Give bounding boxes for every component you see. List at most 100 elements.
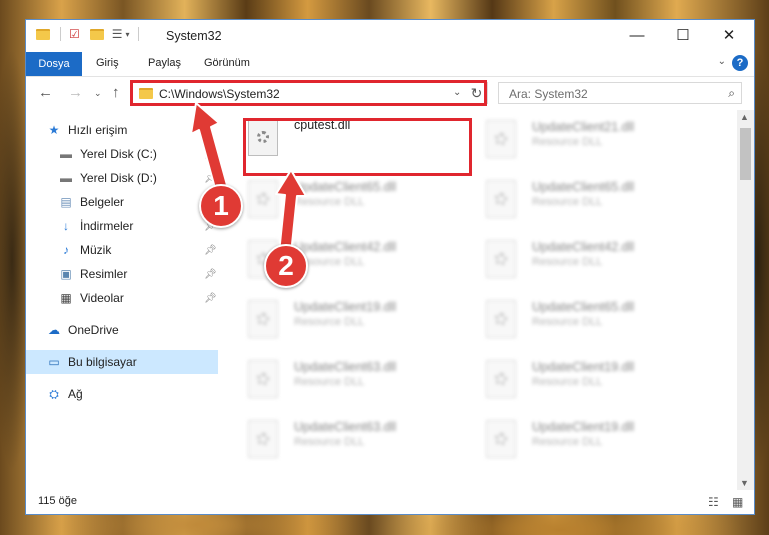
dll-file-icon bbox=[486, 300, 516, 338]
sidebar-item-label: İndirmeler bbox=[80, 219, 134, 233]
file-type: Resource DLL bbox=[294, 376, 365, 388]
pin-icon: 📌︎ bbox=[204, 172, 217, 184]
dll-file-icon bbox=[486, 180, 516, 218]
large-icons-view-icon[interactable]: ▦ bbox=[732, 495, 743, 509]
sidebar-item-pictures[interactable]: ▣ Resimler 📌︎ bbox=[26, 262, 218, 286]
sidebar-item-onedrive[interactable]: ☁ OneDrive bbox=[26, 318, 218, 342]
forward-button[interactable]: → bbox=[68, 84, 83, 101]
navigation-pane: ★ Hızlı erişim ▬ Yerel Disk (C:) 📌︎ ▬ Ye… bbox=[26, 116, 222, 486]
file-type: Resource DLL bbox=[294, 436, 365, 448]
file-item[interactable]: UpdateClient42.dll Resource DLL bbox=[474, 232, 704, 284]
file-name: UpdateClient65.dll bbox=[532, 180, 635, 194]
file-type: Resource DLL bbox=[294, 196, 365, 208]
folder-icon bbox=[36, 28, 50, 40]
pin-icon: 📌︎ bbox=[204, 268, 217, 280]
file-item[interactable]: UpdateClient19.dll Resource DLL bbox=[236, 292, 466, 344]
tab-home[interactable]: Giriş bbox=[96, 57, 119, 69]
new-folder-icon[interactable] bbox=[89, 28, 104, 40]
file-name: UpdateClient19.dll bbox=[532, 420, 635, 434]
pin-icon: 📌︎ bbox=[204, 148, 217, 160]
dll-file-icon bbox=[486, 420, 516, 458]
drive-icon: ▬ bbox=[60, 171, 72, 185]
drive-icon: ▬ bbox=[60, 147, 72, 161]
sidebar-item-quick-access[interactable]: ★ Hızlı erişim bbox=[26, 118, 218, 142]
file-item[interactable]: UpdateClient65.dll Resource DLL bbox=[474, 172, 704, 224]
search-icon: ⌕ bbox=[728, 86, 735, 100]
star-icon: ★ bbox=[48, 123, 60, 137]
file-type: Resource DLL bbox=[532, 136, 603, 148]
maximize-button[interactable]: ☐ bbox=[660, 20, 706, 50]
ribbon-expand-icon[interactable]: ⌄ bbox=[718, 56, 726, 67]
file-highlight-box bbox=[243, 118, 472, 176]
sidebar-item-label: Resimler bbox=[80, 267, 128, 281]
view-list-icon[interactable]: ☰ bbox=[112, 27, 123, 41]
help-icon[interactable]: ? bbox=[732, 55, 748, 71]
file-item[interactable]: UpdateClient63.dll Resource DLL bbox=[236, 352, 466, 404]
scrollbar-thumb[interactable] bbox=[740, 128, 751, 180]
sidebar-item-label: Yerel Disk (C:) bbox=[80, 147, 157, 161]
window-title: System32 bbox=[166, 29, 222, 43]
file-name: UpdateClient19.dll bbox=[294, 300, 397, 314]
pictures-icon: ▣ bbox=[60, 267, 72, 281]
documents-icon: ▤ bbox=[60, 195, 72, 209]
dll-file-icon bbox=[486, 120, 516, 158]
sidebar-item-this-pc[interactable]: ▭ Bu bilgisayar bbox=[26, 350, 218, 374]
file-item[interactable]: UpdateClient65.dll Resource DLL bbox=[236, 172, 466, 224]
file-type: Resource DLL bbox=[532, 376, 603, 388]
sidebar-item-local-disk-c[interactable]: ▬ Yerel Disk (C:) 📌︎ bbox=[26, 142, 218, 166]
file-name: UpdateClient63.dll bbox=[294, 360, 397, 374]
sidebar-item-label: Yerel Disk (D:) bbox=[80, 171, 157, 185]
file-type: Resource DLL bbox=[532, 436, 603, 448]
sidebar-item-local-disk-d[interactable]: ▬ Yerel Disk (D:) 📌︎ bbox=[26, 166, 218, 190]
sidebar-item-music[interactable]: ♪ Müzik 📌︎ bbox=[26, 238, 218, 262]
sidebar-item-label: Videolar bbox=[80, 291, 124, 305]
file-type: Resource DLL bbox=[294, 316, 365, 328]
sidebar-item-label: Hızlı erişim bbox=[68, 123, 128, 137]
close-button[interactable]: ✕ bbox=[706, 20, 752, 50]
step-badge-2: 2 bbox=[264, 244, 308, 288]
file-item[interactable]: UpdateClient21.dll Resource DLL bbox=[474, 112, 704, 164]
file-item[interactable]: UpdateClient63.dll Resource DLL bbox=[236, 412, 466, 464]
address-highlight-box bbox=[130, 80, 487, 106]
tab-share[interactable]: Paylaş bbox=[148, 57, 181, 69]
sidebar-item-documents[interactable]: ▤ Belgeler 📌︎ bbox=[26, 190, 218, 214]
file-type: Resource DLL bbox=[532, 196, 603, 208]
dll-file-icon bbox=[486, 360, 516, 398]
quick-access-toolbar: ☑ ☰ ▾ bbox=[36, 27, 139, 41]
sidebar-item-videos[interactable]: ▦ Videolar 📌︎ bbox=[26, 286, 218, 310]
details-view-icon[interactable]: ☷ bbox=[708, 495, 719, 509]
recent-locations-icon[interactable]: ⌄ bbox=[94, 88, 102, 99]
network-icon: ⛭ bbox=[49, 386, 59, 401]
pin-icon: 📌︎ bbox=[204, 244, 217, 256]
sidebar-item-label: Ağ bbox=[68, 387, 83, 401]
file-name: UpdateClient65.dll bbox=[294, 180, 397, 194]
download-icon: ↓ bbox=[63, 219, 69, 233]
tab-view[interactable]: Görünüm bbox=[204, 57, 250, 69]
sidebar-item-network[interactable]: ⛭ Ağ bbox=[26, 382, 218, 406]
file-type: Resource DLL bbox=[532, 316, 603, 328]
minimize-button[interactable]: — bbox=[614, 20, 660, 50]
file-name: UpdateClient21.dll bbox=[532, 120, 635, 134]
back-button[interactable]: ← bbox=[38, 84, 53, 101]
up-button[interactable]: ↑ bbox=[112, 84, 120, 101]
vertical-scrollbar[interactable]: ▲ ▼ bbox=[737, 110, 754, 490]
properties-icon[interactable]: ☑ bbox=[69, 27, 80, 41]
sidebar-item-label: OneDrive bbox=[68, 323, 119, 337]
search-input[interactable]: Ara: System32 ⌕ bbox=[498, 82, 742, 104]
file-name: UpdateClient19.dll bbox=[532, 360, 635, 374]
scroll-up-icon[interactable]: ▲ bbox=[740, 112, 749, 122]
search-placeholder: Ara: System32 bbox=[509, 87, 588, 101]
sidebar-item-downloads[interactable]: ↓ İndirmeler 📌︎ bbox=[26, 214, 218, 238]
dll-file-icon bbox=[248, 420, 278, 458]
customize-qa-icon[interactable]: ▾ bbox=[126, 30, 130, 39]
step-badge-1: 1 bbox=[199, 184, 243, 228]
scroll-down-icon[interactable]: ▼ bbox=[740, 478, 749, 488]
file-item[interactable]: UpdateClient19.dll Resource DLL bbox=[474, 352, 704, 404]
file-item[interactable]: UpdateClient19.dll Resource DLL bbox=[474, 412, 704, 464]
file-name: UpdateClient42.dll bbox=[532, 240, 635, 254]
tab-file[interactable]: Dosya bbox=[26, 52, 82, 76]
file-item[interactable]: UpdateClient65.dll Resource DLL bbox=[474, 292, 704, 344]
video-icon: ▦ bbox=[60, 291, 72, 305]
music-icon: ♪ bbox=[63, 243, 69, 257]
sidebar-item-label: Bu bilgisayar bbox=[68, 355, 137, 369]
